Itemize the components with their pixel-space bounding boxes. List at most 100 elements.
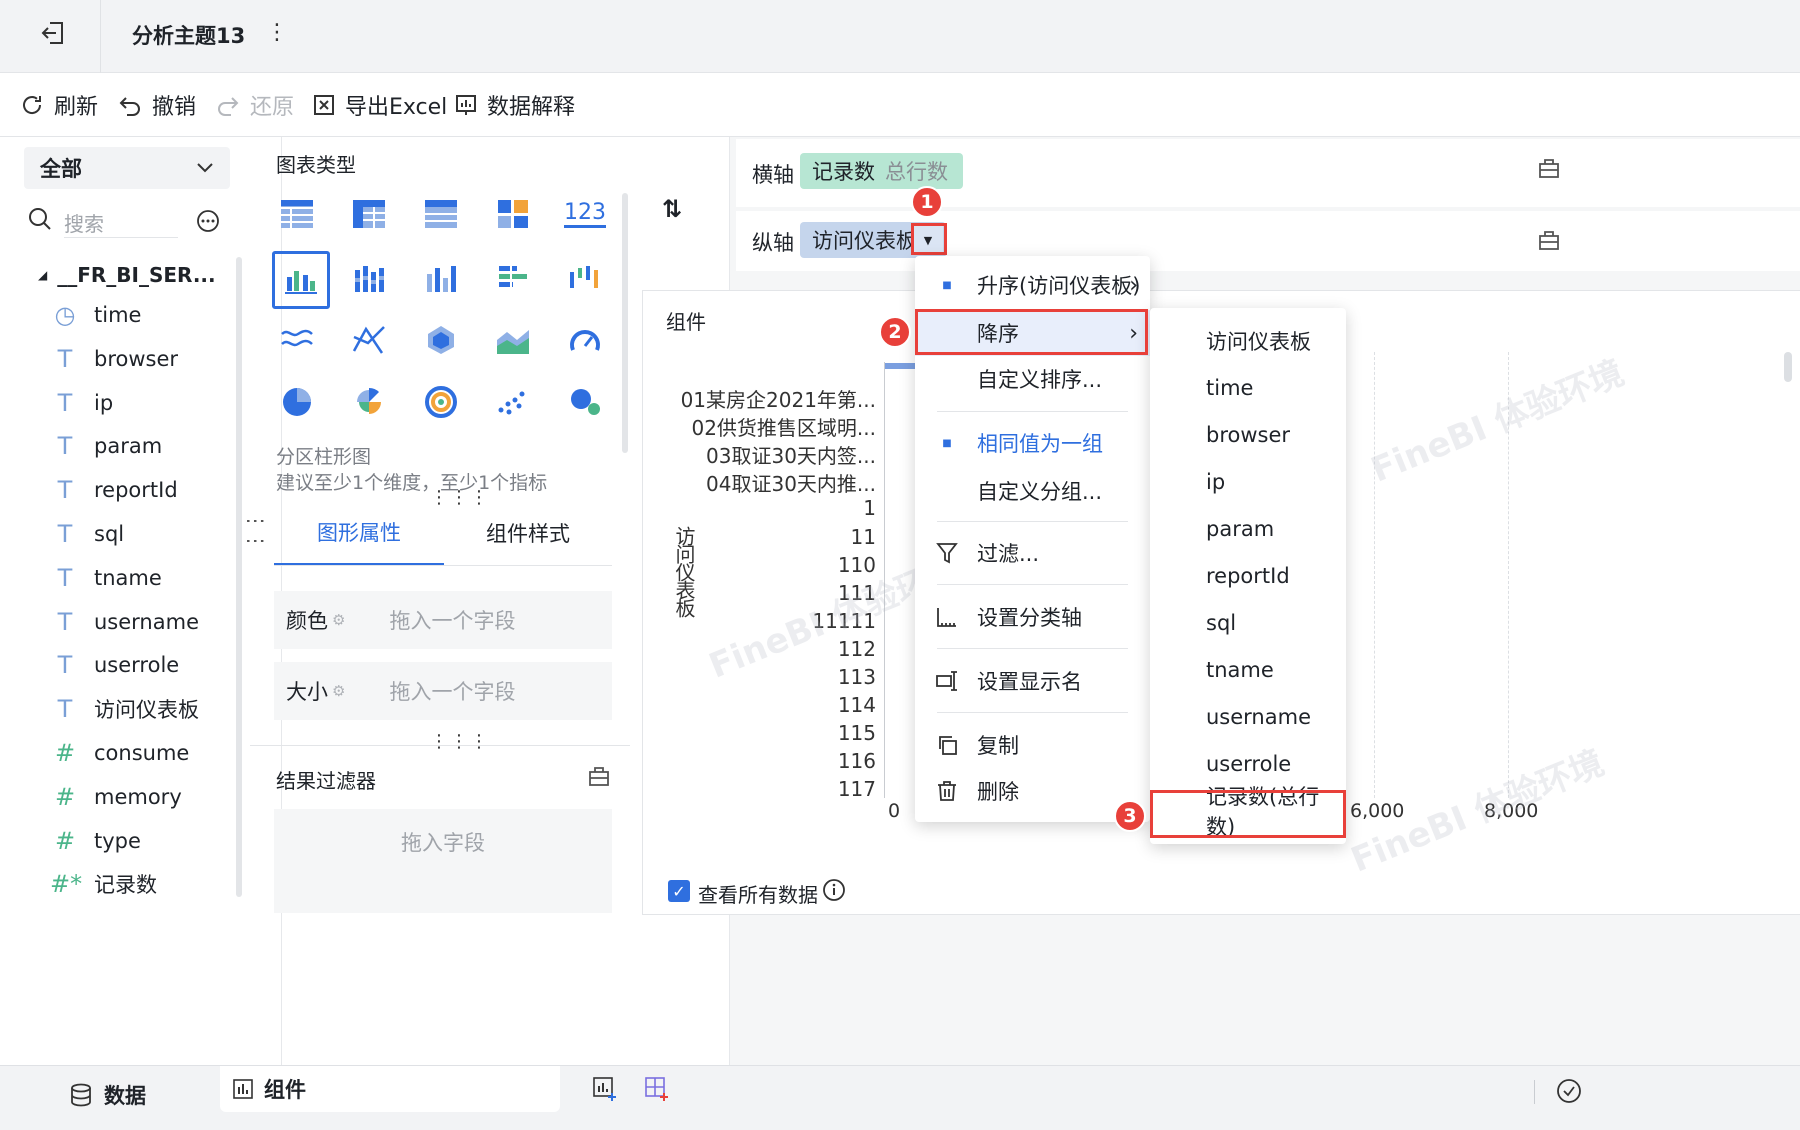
tab-graphic-props[interactable]: 图形属性 [274, 500, 444, 566]
add-component-icon[interactable] [592, 1076, 618, 1102]
chart-type-grouped-bar-selected[interactable] [272, 251, 330, 309]
dataset-dropdown[interactable]: 全部 [24, 147, 230, 189]
table-node[interactable]: ◢ __FR_BI_SER... [38, 263, 216, 287]
chart-type-sunburst[interactable] [412, 373, 470, 431]
field-label: consume [94, 741, 190, 765]
field-label: 记录数 [94, 873, 157, 898]
menu-custom-group[interactable]: 自定义分组... [915, 468, 1150, 514]
color-drop-placeholder: 拖入一个字段 [389, 609, 516, 633]
chart-type-horizontal-bar[interactable] [484, 249, 542, 307]
chart-type-scatter[interactable] [484, 373, 542, 431]
color-field-slot[interactable]: 颜色 ⚙ 拖入一个字段 [274, 591, 612, 649]
field-item-consume[interactable]: # consume [50, 733, 189, 773]
search-icon [28, 207, 52, 231]
field-item-username[interactable]: Tusername [50, 602, 199, 642]
x-axis-field-pill[interactable]: 记录数 总行数 [800, 153, 963, 189]
y-axis-add-icon[interactable] [1538, 229, 1560, 251]
tab-component-style[interactable]: 组件样式 [444, 500, 612, 566]
chart-type-column[interactable] [412, 249, 470, 307]
menu-set-category-axis[interactable]: 设置分类轴 [915, 594, 1150, 640]
refresh-icon [20, 93, 44, 117]
field-item-tname[interactable]: Ttname [50, 558, 162, 598]
chart-type-detail[interactable] [412, 185, 470, 243]
field-item-记录数[interactable]: #* 记录数 [50, 864, 157, 904]
x-axis-add-icon[interactable] [1538, 157, 1560, 179]
field-item-memory[interactable]: # memory [50, 777, 182, 817]
menu-delete[interactable]: 删除 [915, 768, 1150, 814]
settings-gear-icon[interactable]: ⚙ [332, 682, 345, 700]
text-field-icon: T [57, 607, 73, 636]
menu-custom-sort[interactable]: 自定义排序... [915, 356, 1150, 402]
chart-type-gauge[interactable] [556, 311, 614, 369]
menu-same-value-group[interactable]: ■ 相同值为一组 [915, 420, 1150, 466]
menu-sort-ascending[interactable]: ■ 升序(访问仪表板) › [915, 262, 1150, 308]
info-icon[interactable] [822, 878, 846, 902]
swap-axes-icon[interactable]: ⇅ [662, 195, 682, 223]
tab-data-label: 数据 [104, 1084, 146, 1108]
undo-button[interactable]: 撤销 [118, 87, 196, 123]
field-item-type[interactable]: # type [50, 821, 141, 861]
chart-type-rose[interactable] [340, 373, 398, 431]
cfg-scrollbar[interactable] [622, 193, 628, 453]
add-dashboard-icon[interactable] [644, 1076, 670, 1102]
refresh-button[interactable]: 刷新 [20, 87, 98, 123]
field-item-time[interactable]: ◷ time [50, 295, 142, 335]
chart-type-table[interactable] [268, 185, 326, 243]
more-icon[interactable]: ⋮ [266, 20, 288, 45]
chart-type-polyline[interactable] [340, 311, 398, 369]
menu-copy[interactable]: 复制 [915, 722, 1150, 768]
view-all-checkbox[interactable]: ✓ [668, 880, 690, 902]
chart-type-range-bar[interactable] [556, 249, 614, 307]
pane-scrollbar[interactable] [236, 257, 242, 897]
submenu-item[interactable]: time [1150, 365, 1346, 411]
field-item-reportId[interactable]: TreportId [50, 470, 178, 510]
redo-button[interactable]: 还原 [216, 87, 294, 123]
submenu-item[interactable]: 访问仪表板 [1150, 318, 1346, 364]
submenu-item[interactable]: sql [1150, 600, 1346, 646]
result-filter-add-icon[interactable] [588, 765, 610, 787]
chart-type-pivot[interactable] [340, 185, 398, 243]
settings-gear-icon[interactable]: ⚙ [332, 611, 345, 629]
trash-icon [927, 780, 967, 802]
size-field-slot[interactable]: 大小 ⚙ 拖入一个字段 [274, 662, 612, 720]
view-all-label[interactable]: 查看所有数据 [698, 879, 818, 908]
field-item-访问仪表板[interactable]: T 访问仪表板 [50, 689, 199, 729]
export-excel-button[interactable]: 导出Excel [313, 87, 447, 123]
tab-data[interactable]: 数据 [70, 1080, 146, 1110]
chart-type-kpi[interactable] [484, 185, 542, 243]
field-item-userrole[interactable]: Tuserrole [50, 645, 180, 685]
chart-type-stacked-bar[interactable] [340, 249, 398, 307]
menu-set-display-name[interactable]: 设置显示名 [915, 658, 1150, 704]
chart-type-line[interactable] [268, 311, 326, 369]
submenu-item[interactable]: username [1150, 694, 1346, 740]
chart-type-pie[interactable] [268, 373, 326, 431]
chart-type-number[interactable]: 123 [556, 185, 614, 243]
data-explain-button[interactable]: 数据解释 [455, 87, 575, 123]
field-item-browser[interactable]: Tbrowser [50, 339, 178, 379]
submenu-item[interactable]: tname [1150, 647, 1346, 693]
menu-separator [937, 648, 1128, 649]
resize-handle-icon[interactable]: ⋮⋮ [244, 511, 268, 551]
chart-type-bubble[interactable] [556, 373, 614, 431]
submenu-item[interactable]: browser [1150, 412, 1346, 458]
more-options-icon[interactable] [196, 209, 220, 233]
search-input[interactable]: 搜索 [64, 208, 178, 238]
chart-type-area[interactable] [484, 311, 542, 369]
settings-circle-icon[interactable] [1556, 1078, 1582, 1104]
field-item-param[interactable]: Tparam [50, 426, 163, 466]
chart-type-radar[interactable] [412, 311, 470, 369]
chart-scrollbar[interactable] [1784, 352, 1792, 382]
y-tick-label: 111 [837, 580, 876, 605]
result-filter-dropzone[interactable]: 拖入字段 [274, 809, 612, 913]
field-item-sql[interactable]: Tsql [50, 514, 124, 554]
drag-handle-icon[interactable]: ⋮⋮⋮ [430, 731, 490, 752]
submenu-item[interactable]: ip [1150, 459, 1346, 505]
field-item-ip[interactable]: Tip [50, 383, 114, 423]
submenu-item[interactable]: param [1150, 506, 1346, 552]
rename-icon [927, 670, 967, 692]
menu-filter[interactable]: 过滤... [915, 530, 1150, 576]
submenu-item[interactable]: reportId [1150, 553, 1346, 599]
field-label: type [94, 828, 141, 853]
exit-icon[interactable] [40, 20, 66, 46]
tab-component[interactable]: 组件 [220, 1066, 560, 1112]
